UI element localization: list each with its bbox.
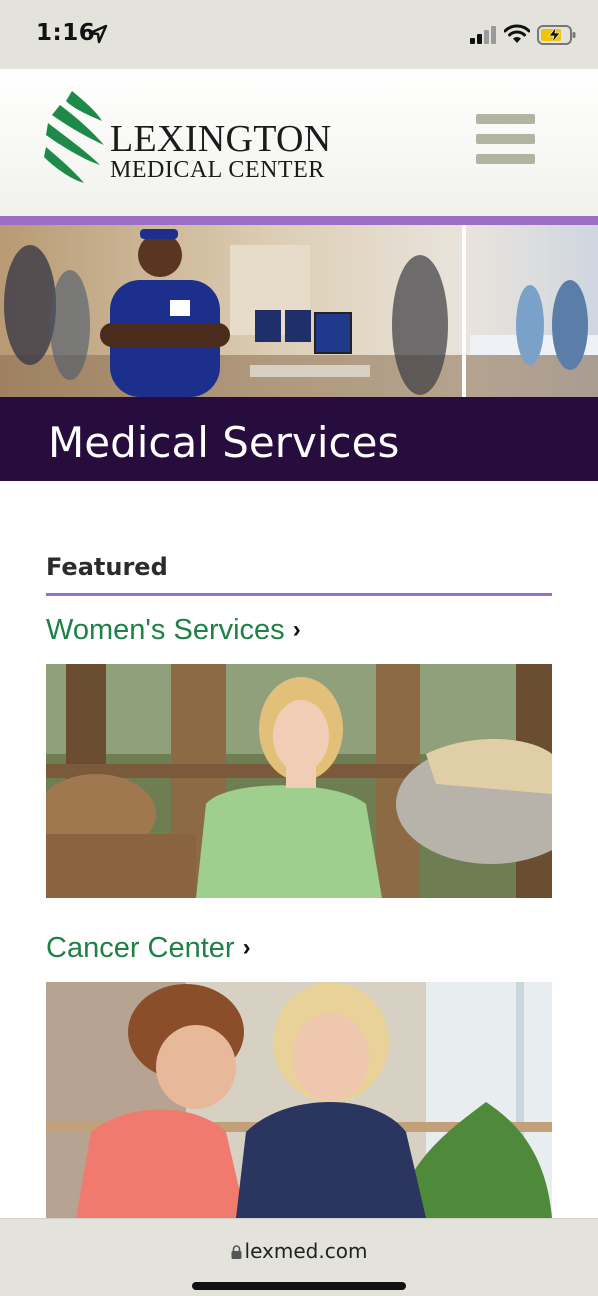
wifi-icon	[504, 24, 530, 43]
womens-services-label: Women's Services	[46, 614, 285, 646]
lexington-logo-mark[interactable]	[44, 91, 106, 183]
status-time: 1:16	[36, 20, 96, 46]
hero-image	[0, 225, 598, 397]
header-divider	[0, 216, 598, 225]
womens-services-link[interactable]: Women's Services ›	[46, 614, 301, 647]
cancer-center-label: Cancer Center	[46, 932, 235, 964]
home-indicator[interactable]	[192, 1282, 406, 1290]
lock-icon	[231, 1245, 242, 1259]
cancer-center-image[interactable]	[46, 982, 552, 1218]
cancer-center-link[interactable]: Cancer Center ›	[46, 932, 251, 965]
page-title: Medical Services	[48, 418, 400, 467]
logo-text-line1: LEXINGTON	[110, 118, 332, 160]
chevron-right-icon: ›	[292, 616, 301, 643]
featured-heading: Featured	[46, 553, 168, 581]
womens-services-image[interactable]	[46, 664, 552, 898]
url-text: lexmed.com	[244, 1239, 368, 1263]
battery-charging-icon	[537, 25, 576, 45]
browser-url[interactable]: lexmed.com	[0, 1239, 598, 1263]
featured-divider	[46, 593, 552, 596]
chevron-right-icon: ›	[242, 934, 251, 961]
signal-icon	[470, 26, 496, 44]
location-arrow-icon	[88, 24, 108, 44]
hamburger-menu-icon[interactable]	[476, 112, 536, 166]
logo-text-line2: MEDICAL CENTER	[110, 157, 325, 183]
